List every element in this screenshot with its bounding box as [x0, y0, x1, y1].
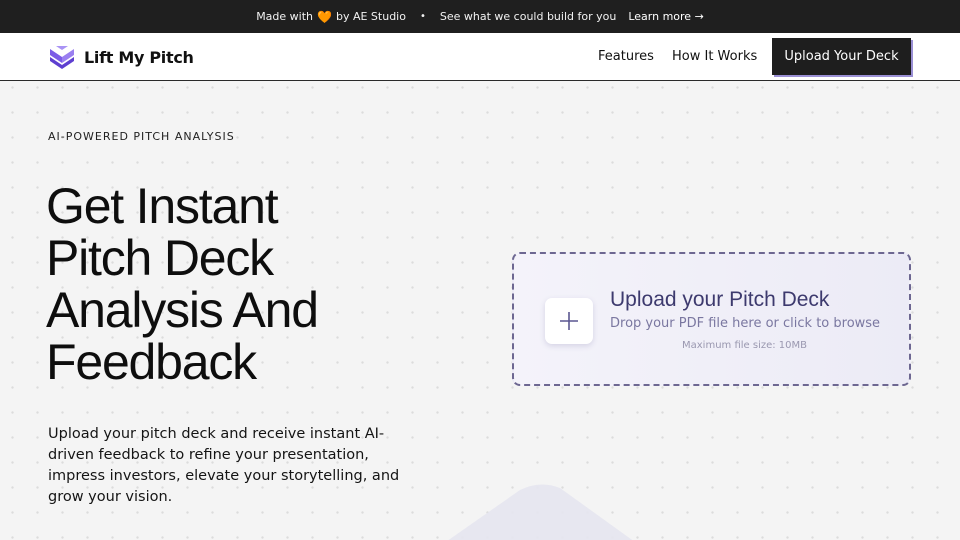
- promo-text: See what we could build for you: [439, 10, 617, 23]
- separator-dot: •: [419, 11, 426, 22]
- plus-icon: [560, 312, 578, 330]
- hero-description: Upload your pitch deck and receive insta…: [48, 426, 400, 505]
- learn-more-link[interactable]: Learn more →: [628, 10, 703, 23]
- headline-line-1: Get Instant: [46, 178, 279, 234]
- main-navbar: Lift My Pitch Features How It Works Uplo…: [0, 33, 960, 81]
- logo-icon: [50, 46, 74, 69]
- nav-how-it-works-link[interactable]: How It Works: [672, 49, 757, 64]
- heart-icon: 🧡: [317, 9, 332, 24]
- pitch-deck-dropzone[interactable]: Upload your Pitch Deck Drop your PDF fil…: [512, 252, 911, 386]
- dropzone-max-size: Maximum file size: 10MB: [682, 340, 808, 351]
- logo-text: Lift My Pitch: [84, 47, 194, 67]
- headline-line-4: Feedback: [46, 334, 257, 390]
- dropzone-subtitle: Drop your PDF file here or click to brow…: [610, 316, 881, 331]
- promo-banner: Made with 🧡 by AE Studio • See what we c…: [0, 0, 960, 33]
- made-with-label: Made with: [256, 10, 314, 23]
- hero-headline: Get Instant Pitch Deck Analysis And Feed…: [46, 180, 466, 388]
- headline-line-3: Analysis And: [46, 282, 319, 338]
- upload-plus-button[interactable]: [545, 298, 593, 344]
- upload-your-deck-button[interactable]: Upload Your Deck: [772, 38, 911, 75]
- hero-eyebrow: AI-POWERED PITCH ANALYSIS: [48, 130, 235, 143]
- made-with-text: Made with 🧡 by AE Studio: [256, 10, 406, 24]
- logo[interactable]: Lift My Pitch: [48, 45, 194, 69]
- headline-line-2: Pitch Deck: [46, 230, 274, 286]
- dropzone-title: Upload your Pitch Deck: [610, 288, 830, 311]
- by-ae-studio-label: by AE Studio: [335, 10, 406, 23]
- decorative-shape: [448, 484, 633, 540]
- nav-features-link[interactable]: Features: [598, 49, 654, 64]
